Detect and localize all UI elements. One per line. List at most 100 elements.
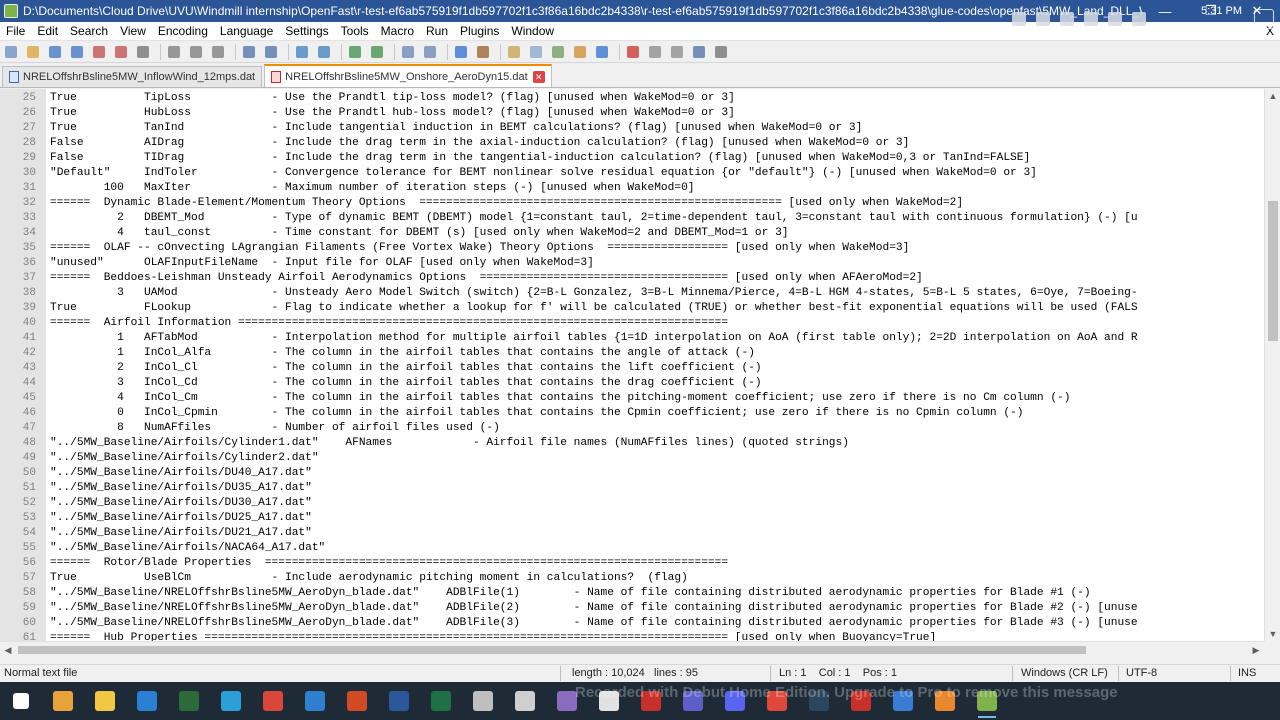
horizontal-scrollbar[interactable]: ◀ ▶ (0, 641, 1264, 657)
network-icon[interactable] (1132, 12, 1146, 26)
code-line[interactable]: 38 3 UAMod - Unsteady Aero Model Switch … (0, 286, 1264, 301)
code-line[interactable]: 29 False TIDrag - Include the drag term i… (0, 151, 1264, 166)
menu-macro[interactable]: Macro (375, 22, 420, 41)
menu-edit[interactable]: Edit (31, 22, 64, 41)
code-line[interactable]: 57 True UseBlCm - Include aerodynamic pit… (0, 571, 1264, 586)
uvu-icon[interactable] (172, 684, 206, 718)
tab-inflowwind[interactable]: NRELOffshrBsline5MW_InflowWind_12mps.dat (2, 66, 263, 87)
notification-icon[interactable] (1254, 9, 1274, 29)
close-icon[interactable] (90, 43, 108, 61)
monitoring-icon[interactable] (593, 43, 611, 61)
volume-icon[interactable] (1060, 12, 1074, 26)
code-line[interactable]: 40 ====== Airfoil Information ===========… (0, 316, 1264, 331)
excel-icon[interactable] (424, 684, 458, 718)
code-line[interactable]: 34 4 taul_const - Time constant for DBEM… (0, 226, 1264, 241)
status-encoding[interactable]: UTF-8 (1126, 667, 1157, 679)
code-line[interactable]: 46 0 InCol_Cpmin - The column in the air… (0, 406, 1264, 421)
vertical-scrollbar[interactable]: ▲ ▼ (1264, 89, 1280, 641)
code-line[interactable]: 47 8 NumAFfiles - Number of airfoil file… (0, 421, 1264, 436)
open-file-icon[interactable] (24, 43, 42, 61)
scroll-left-icon[interactable]: ◀ (0, 642, 16, 658)
menu-view[interactable]: View (114, 22, 152, 41)
menu-language[interactable]: Language (214, 22, 279, 41)
close-tab-icon[interactable]: ✕ (532, 70, 545, 83)
print-icon[interactable] (134, 43, 152, 61)
mail-icon[interactable] (298, 684, 332, 718)
menu-run[interactable]: Run (420, 22, 454, 41)
code-line[interactable]: 31 100 MaxIter - Maximum number of itera… (0, 181, 1264, 196)
taskbar-clock[interactable]: 5:31 PM 7/12/2023 (1193, 3, 1242, 35)
code-line[interactable]: 25 True TipLoss - Use the Prandtl tip-los… (0, 91, 1264, 106)
menu-plugins[interactable]: Plugins (454, 22, 505, 41)
code-line[interactable]: 60 "../5MW_Baseline/NRELOffshrBsline5MW_A… (0, 616, 1264, 631)
edge-icon[interactable] (214, 684, 248, 718)
new-file-icon[interactable] (2, 43, 20, 61)
code-line[interactable]: 37 ====== Beddoes-Leishman Unsteady Airfo… (0, 271, 1264, 286)
doc-map-icon[interactable] (527, 43, 545, 61)
gmail-icon[interactable] (256, 684, 290, 718)
scroll-up-icon[interactable]: ▲ (1265, 89, 1280, 103)
menu-file[interactable]: File (0, 22, 31, 41)
powerpoint-icon[interactable] (340, 684, 374, 718)
menu-search[interactable]: Search (64, 22, 114, 41)
replace-icon[interactable] (315, 43, 333, 61)
undo-icon[interactable] (240, 43, 258, 61)
status-position[interactable]: Ln : 1 Col : 1 Pos : 1 (779, 667, 897, 679)
code-line[interactable]: 54 "../5MW_Baseline/Airfoils/DU21_A17.dat… (0, 526, 1264, 541)
file-explorer-icon[interactable] (88, 684, 122, 718)
code-line[interactable]: 33 2 DBEMT_Mod - Type of dynamic BEMT (D… (0, 211, 1264, 226)
store-icon[interactable] (46, 684, 80, 718)
zoom-out-icon[interactable] (368, 43, 386, 61)
code-line[interactable]: 45 4 InCol_Cm - The column in the airfoi… (0, 391, 1264, 406)
scroll-right-icon[interactable]: ▶ (1248, 642, 1264, 658)
chevron-up-icon[interactable] (1012, 12, 1026, 26)
onedrive-icon[interactable] (1036, 12, 1050, 26)
pen-icon[interactable] (466, 684, 500, 718)
menu-settings[interactable]: Settings (279, 22, 334, 41)
paste-icon[interactable] (209, 43, 227, 61)
cut-icon[interactable] (165, 43, 183, 61)
code-line[interactable]: 52 "../5MW_Baseline/Airfoils/DU30_A17.dat… (0, 496, 1264, 511)
code-line[interactable]: 43 2 InCol_Cl - The column in the airfoi… (0, 361, 1264, 376)
sync-v-icon[interactable] (399, 43, 417, 61)
code-line[interactable]: 44 3 InCol_Cd - The column in the airfoi… (0, 376, 1264, 391)
app-icon-blue[interactable] (130, 684, 164, 718)
play-macro-icon[interactable] (668, 43, 686, 61)
code-line[interactable]: 50 "../5MW_Baseline/Airfoils/DU40_A17.dat… (0, 466, 1264, 481)
function-list-icon[interactable] (549, 43, 567, 61)
close-all-icon[interactable] (112, 43, 130, 61)
wifi-icon[interactable] (1084, 12, 1098, 26)
code-line[interactable]: 53 "../5MW_Baseline/Airfoils/DU25_A17.dat… (0, 511, 1264, 526)
redo-icon[interactable] (262, 43, 280, 61)
code-line[interactable]: 56 ====== Rotor/Blade Properties ========… (0, 556, 1264, 571)
code-line[interactable]: 55 "../5MW_Baseline/Airfoils/NACA64_A17.d… (0, 541, 1264, 556)
code-line[interactable]: 30 "Default" IndToler - Convergence toler… (0, 166, 1264, 181)
code-line[interactable]: 41 1 AFTabMod - Interpolation method for… (0, 331, 1264, 346)
status-insert-mode[interactable]: INS (1238, 667, 1256, 679)
play-multiple-icon[interactable] (690, 43, 708, 61)
code-line[interactable]: 36 "unused" OLAFInputFileName - Input fil… (0, 256, 1264, 271)
word-wrap-icon[interactable] (452, 43, 470, 61)
code-line[interactable]: 58 "../5MW_Baseline/NRELOffshrBsline5MW_A… (0, 586, 1264, 601)
find-icon[interactable] (293, 43, 311, 61)
save-all-icon[interactable] (68, 43, 86, 61)
code-line[interactable]: 39 True FLookup - Flag to indicate whethe… (0, 301, 1264, 316)
calculator-icon[interactable] (508, 684, 542, 718)
code-line[interactable]: 42 1 InCol_Alfa - The column in the airf… (0, 346, 1264, 361)
code-line[interactable]: 51 "../5MW_Baseline/Airfoils/DU35_A17.dat… (0, 481, 1264, 496)
menu-encoding[interactable]: Encoding (152, 22, 214, 41)
indent-guide-icon[interactable] (505, 43, 523, 61)
battery-icon[interactable] (1108, 12, 1122, 26)
code-line[interactable]: 26 True HubLoss - Use the Prandtl hub-los… (0, 106, 1264, 121)
code-editor[interactable]: 25 True TipLoss - Use the Prandtl tip-los… (0, 89, 1264, 641)
record-macro-icon[interactable] (624, 43, 642, 61)
horizontal-scroll-thumb[interactable] (18, 646, 1086, 654)
code-line[interactable]: 27 True TanInd - Include tangential induc… (0, 121, 1264, 136)
code-line[interactable]: 28 False AIDrag - Include the drag term i… (0, 136, 1264, 151)
tab-aerodyn[interactable]: NRELOffshrBsline5MW_Onshore_AeroDyn15.da… (264, 64, 552, 87)
save-icon[interactable] (46, 43, 64, 61)
save-macro-icon[interactable] (712, 43, 730, 61)
status-eol[interactable]: Windows (CR LF) (1021, 667, 1108, 679)
code-line[interactable]: 61 ====== Hub Properties ================… (0, 631, 1264, 641)
copy-icon[interactable] (187, 43, 205, 61)
